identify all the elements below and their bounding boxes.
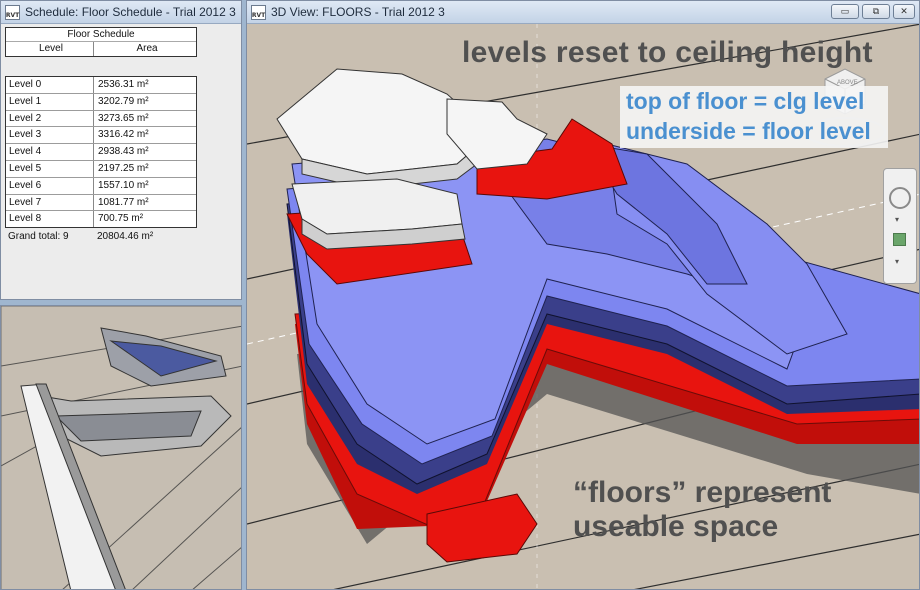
- revit-app-icon: RVT: [5, 4, 20, 20]
- area-cell[interactable]: 3316.42 m²: [94, 127, 196, 143]
- annotation-heading: levels reset to ceiling height: [462, 36, 873, 69]
- schedule-rows: Level 0 2536.31 m² Level 1 3202.79 m² Leve…: [5, 76, 197, 229]
- column-header-level[interactable]: Level: [6, 42, 94, 56]
- area-cell[interactable]: 2536.31 m²: [94, 77, 196, 93]
- level-cell[interactable]: Level 5: [6, 160, 94, 177]
- annotation-box: top of floor = clg level underside = flo…: [620, 86, 888, 148]
- table-row[interactable]: Level 7 1081.77 m²: [6, 194, 196, 212]
- area-cell[interactable]: 1557.10 m²: [94, 178, 196, 194]
- grand-total-value: 20804.46 m²: [97, 231, 154, 243]
- schedule-body: Floor Schedule Level Area Level 0 2536.31…: [1, 24, 241, 299]
- pan-icon[interactable]: [893, 233, 906, 246]
- annotation-floors-line-1: “floors” represent: [573, 476, 832, 509]
- level-cell[interactable]: Level 4: [6, 144, 94, 160]
- annotation-floors-line-2: useable space: [573, 510, 779, 543]
- level-cell[interactable]: Level 7: [6, 194, 94, 211]
- area-cell[interactable]: 3202.79 m²: [94, 94, 196, 110]
- table-row[interactable]: Level 8 700.75 m²: [6, 211, 196, 228]
- table-row[interactable]: Level 2 3273.65 m²: [6, 110, 196, 128]
- annotation-line-1: top of floor = clg level: [626, 88, 865, 114]
- column-header-area[interactable]: Area: [94, 42, 196, 56]
- close-button[interactable]: ✕: [893, 4, 915, 19]
- floor-schedule-table: Floor Schedule Level Area Level 0 2536.31…: [5, 27, 197, 244]
- level-cell[interactable]: Level 0: [6, 77, 94, 93]
- table-row[interactable]: Level 6 1557.10 m²: [6, 177, 196, 195]
- level-cell[interactable]: Level 1: [6, 93, 94, 110]
- schedule-window: RVT Schedule: Floor Schedule - Trial 201…: [0, 0, 242, 300]
- schedule-titlebar[interactable]: RVT Schedule: Floor Schedule - Trial 201…: [1, 1, 241, 24]
- revit-app-icon: RVT: [251, 4, 266, 20]
- window-controls: ▭ ⧉ ✕: [831, 4, 915, 19]
- navigation-bar[interactable]: ▾ ▾: [883, 168, 917, 284]
- level-cell[interactable]: Level 2: [6, 110, 94, 127]
- schedule-header: Floor Schedule Level Area: [5, 27, 197, 57]
- table-row[interactable]: Level 1 3202.79 m²: [6, 93, 196, 111]
- schedule-column-headers: Level Area: [6, 42, 196, 56]
- table-row[interactable]: Level 3 3316.42 m²: [6, 127, 196, 145]
- chevron-down-icon[interactable]: ▾: [895, 215, 899, 224]
- area-cell[interactable]: 700.75 m²: [94, 211, 196, 227]
- area-cell[interactable]: 2197.25 m²: [94, 161, 196, 177]
- steering-wheel-icon[interactable]: [889, 187, 911, 209]
- area-cell[interactable]: 1081.77 m²: [94, 195, 196, 211]
- 3d-view-window-title: 3D View: FLOORS - Trial 2012 3: [271, 5, 445, 19]
- level-cell[interactable]: Level 6: [6, 177, 94, 194]
- area-cell[interactable]: 2938.43 m²: [94, 144, 196, 160]
- preview-3d-window[interactable]: [0, 305, 242, 590]
- level-cell[interactable]: Level 3: [6, 127, 94, 144]
- annotation-floors: “floors” represent useable space: [573, 476, 831, 544]
- table-row[interactable]: Level 4 2938.43 m²: [6, 144, 196, 161]
- 3d-viewport[interactable]: ABOVE levels reset to ceiling height top…: [247, 24, 919, 589]
- restore-button[interactable]: ⧉: [862, 4, 890, 19]
- table-row[interactable]: Level 0 2536.31 m²: [6, 77, 196, 94]
- minimize-button[interactable]: ▭: [831, 4, 859, 19]
- 3d-view-window: RVT 3D View: FLOORS - Trial 2012 3 ▭ ⧉ ✕: [246, 0, 920, 590]
- table-row[interactable]: Level 5 2197.25 m²: [6, 160, 196, 178]
- schedule-title: Floor Schedule: [6, 28, 196, 42]
- annotation-line-2: underside = floor level: [626, 118, 871, 144]
- grand-total-row: Grand total: 9 20804.46 m²: [5, 230, 197, 244]
- schedule-window-title: Schedule: Floor Schedule - Trial 2012 3: [25, 5, 236, 19]
- chevron-down-icon[interactable]: ▾: [895, 257, 899, 266]
- grand-total-label: Grand total: 9: [8, 231, 69, 243]
- area-cell[interactable]: 3273.65 m²: [94, 111, 196, 127]
- level-cell[interactable]: Level 8: [6, 211, 94, 228]
- 3d-view-titlebar[interactable]: RVT 3D View: FLOORS - Trial 2012 3 ▭ ⧉ ✕: [247, 1, 919, 24]
- preview-model-render[interactable]: [1, 306, 242, 590]
